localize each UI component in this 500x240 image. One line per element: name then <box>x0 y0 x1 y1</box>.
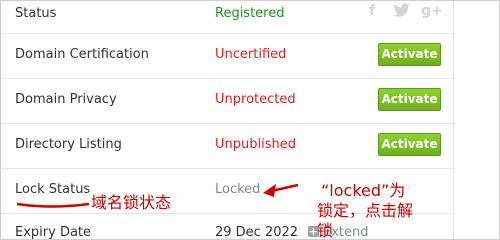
locked-annotation-line3: 锁 <box>317 221 334 240</box>
annotation-overlay <box>16 183 299 208</box>
lock-status-annotation: 域名锁状态 <box>91 193 172 212</box>
locked-arrow-head <box>263 184 276 197</box>
lock-status-underline <box>16 202 90 208</box>
domain-info-panel: Status Registered f g+ Domain Certificat… <box>0 0 500 240</box>
